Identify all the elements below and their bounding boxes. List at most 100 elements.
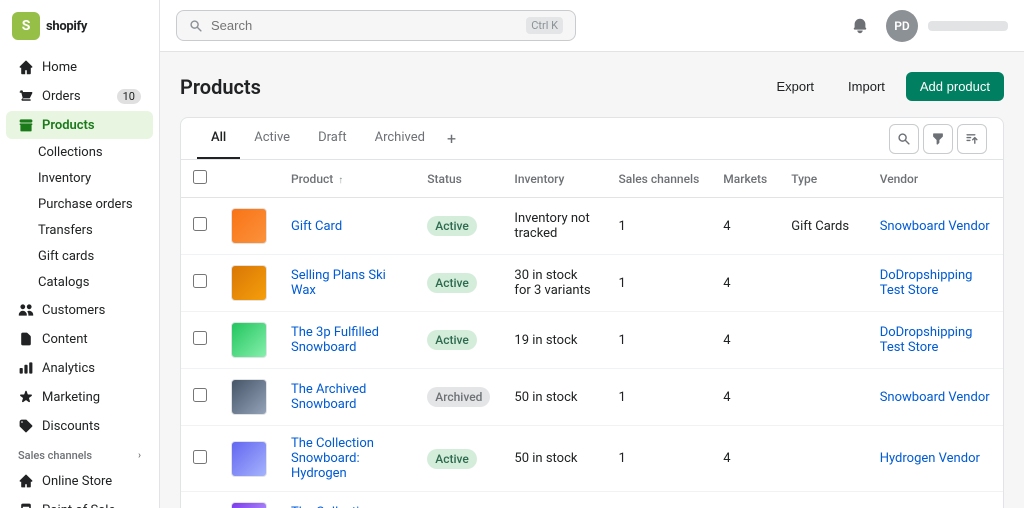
product-name-link[interactable]: The 3p Fulfilled Snowboard (291, 325, 379, 355)
sidebar-item-customers[interactable]: Customers (6, 296, 153, 324)
row-checkbox[interactable] (193, 388, 207, 402)
row-name-cell: Selling Plans Ski Wax (279, 255, 415, 312)
product-thumbnail (231, 379, 267, 415)
sidebar-sub-gift-cards[interactable]: Gift cards (6, 244, 153, 269)
sidebar-sub-inventory[interactable]: Inventory (6, 166, 153, 191)
export-button[interactable]: Export (763, 72, 827, 101)
sales-channels-header[interactable]: Sales channels (606, 160, 711, 198)
add-product-button[interactable]: Add product (906, 72, 1004, 101)
sidebar-sub-catalogs[interactable]: Catalogs (6, 270, 153, 295)
sidebar-item-home[interactable]: Home (6, 53, 153, 81)
sidebar-item-analytics[interactable]: Analytics (6, 354, 153, 382)
product-name-link[interactable]: Gift Card (291, 219, 342, 234)
sidebar-item-discounts[interactable]: Discounts (6, 412, 153, 440)
select-all-checkbox[interactable] (193, 170, 207, 184)
status-badge: Active (427, 273, 477, 293)
tab-draft[interactable]: Draft (304, 118, 361, 159)
inventory-header[interactable]: Inventory (502, 160, 606, 198)
row-checkbox-cell[interactable] (181, 312, 219, 369)
row-markets-cell: 4 (711, 426, 779, 492)
sidebar-logo[interactable]: S shopify (0, 0, 159, 48)
status-badge: Active (427, 330, 477, 350)
table-header: Product ↑ Status Inventory Sales channel… (181, 160, 1003, 198)
search-filter-button[interactable] (889, 124, 919, 154)
row-image-cell (219, 312, 279, 369)
products-table: Product ↑ Status Inventory Sales channel… (181, 160, 1003, 508)
select-all-header[interactable] (181, 160, 219, 198)
sort-button[interactable] (957, 124, 987, 154)
row-vendor-cell: Snowboard Vendor (868, 198, 1003, 255)
product-header[interactable]: Product ↑ (279, 160, 415, 198)
row-image-cell (219, 492, 279, 508)
sidebar-analytics-label: Analytics (42, 361, 95, 376)
products-card: All Active Draft Archived + (180, 117, 1004, 508)
sidebar-item-content[interactable]: Content (6, 325, 153, 353)
status-header[interactable]: Status (415, 160, 502, 198)
sidebar-item-online-store[interactable]: Online Store (6, 467, 153, 495)
tab-all[interactable]: All (197, 118, 240, 159)
filter-icon (931, 132, 945, 146)
store-name-bar (928, 21, 1008, 31)
customers-icon (18, 302, 34, 318)
row-sales-cell: 1 (606, 312, 711, 369)
row-sales-cell: 1 (606, 198, 711, 255)
row-checkbox-cell[interactable] (181, 492, 219, 508)
image-header (219, 160, 279, 198)
sidebar-item-orders[interactable]: Orders 10 (6, 82, 153, 110)
table-row: Gift Card Active Inventory not tracked 1… (181, 198, 1003, 255)
search-box[interactable]: Ctrl K (176, 10, 576, 41)
pos-label: Point of Sale (42, 503, 115, 508)
row-status-cell: Active (415, 198, 502, 255)
sales-channels-section[interactable]: Sales channels › (0, 441, 159, 466)
search-small-icon (897, 132, 911, 146)
sidebar-item-products[interactable]: Products (6, 111, 153, 139)
search-shortcut: Ctrl K (526, 17, 563, 34)
main-content: Ctrl K PD Products Export Import Add pro… (160, 0, 1024, 508)
sidebar-item-pos[interactable]: Point of Sale (6, 496, 153, 508)
store-selector[interactable] (928, 21, 1008, 31)
row-name-cell: The 3p Fulfilled Snowboard (279, 312, 415, 369)
row-name-cell: The Collection Snowboard: Liquid (279, 492, 415, 508)
products-icon (18, 117, 34, 133)
filter-button[interactable] (923, 124, 953, 154)
sort-icon (965, 132, 979, 146)
page-header: Products Export Import Add product (180, 72, 1004, 101)
sidebar-sub-collections[interactable]: Collections (6, 140, 153, 165)
tab-active[interactable]: Active (240, 118, 304, 159)
row-vendor-cell: DoDropshipping Test Store (868, 255, 1003, 312)
search-input[interactable] (211, 18, 518, 33)
row-inventory-cell: Inventory not tracked (502, 198, 606, 255)
sidebar-sub-transfers[interactable]: Transfers (6, 218, 153, 243)
online-store-label: Online Store (42, 474, 112, 489)
topbar-actions: PD (844, 10, 1008, 42)
content-icon (18, 331, 34, 347)
vendor-header[interactable]: Vendor (868, 160, 1003, 198)
product-name-link[interactable]: Selling Plans Ski Wax (291, 268, 386, 298)
tab-archived[interactable]: Archived (361, 118, 439, 159)
product-name-link[interactable]: The Collection Snowboard: Hydrogen (291, 436, 374, 481)
page-actions: Export Import Add product (763, 72, 1004, 101)
avatar[interactable]: PD (886, 10, 918, 42)
import-button[interactable]: Import (835, 72, 898, 101)
sidebar-sub-purchase-orders[interactable]: Purchase orders (6, 192, 153, 217)
row-checkbox-cell[interactable] (181, 198, 219, 255)
product-name-link[interactable]: The Archived Snowboard (291, 382, 366, 412)
add-tab-button[interactable]: + (439, 119, 464, 158)
orders-badge: 10 (117, 89, 141, 104)
markets-header[interactable]: Markets (711, 160, 779, 198)
row-image-cell (219, 255, 279, 312)
row-checkbox-cell[interactable] (181, 255, 219, 312)
notifications-button[interactable] (844, 10, 876, 42)
marketing-icon (18, 389, 34, 405)
row-type-cell (779, 255, 867, 312)
row-checkbox-cell[interactable] (181, 426, 219, 492)
type-header[interactable]: Type (779, 160, 867, 198)
row-inventory-cell: 50 in stock (502, 426, 606, 492)
row-checkbox[interactable] (193, 274, 207, 288)
row-status-cell: Active (415, 492, 502, 508)
row-checkbox[interactable] (193, 450, 207, 464)
row-checkbox[interactable] (193, 217, 207, 231)
row-checkbox-cell[interactable] (181, 369, 219, 426)
sidebar-item-marketing[interactable]: Marketing (6, 383, 153, 411)
row-checkbox[interactable] (193, 331, 207, 345)
